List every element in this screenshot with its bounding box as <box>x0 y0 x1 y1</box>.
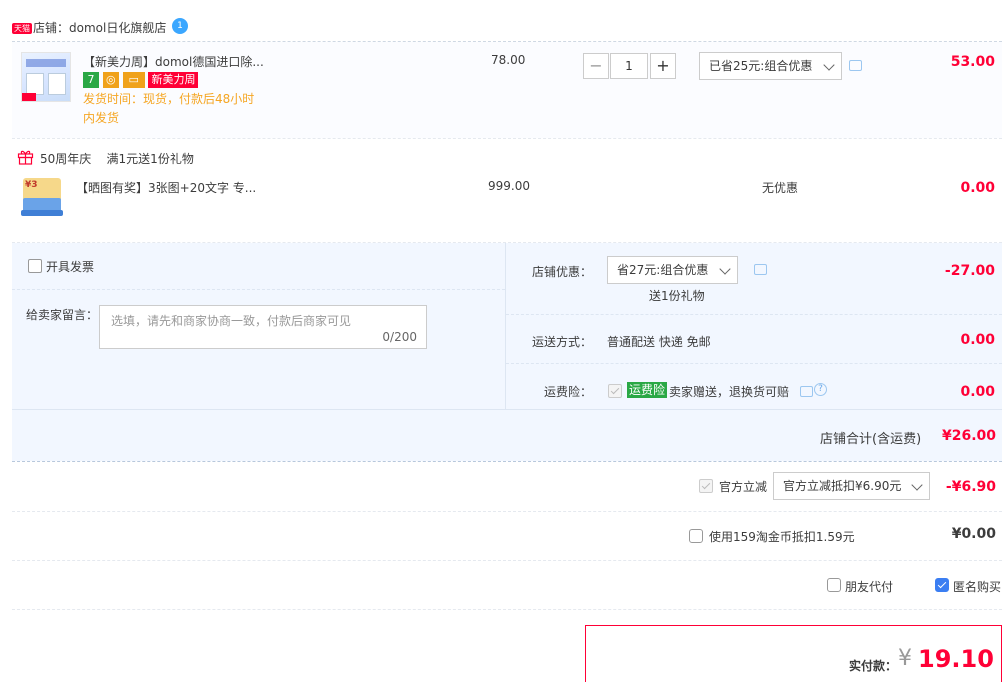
gift-note: 送1份礼物 <box>649 289 705 303</box>
divider <box>12 560 1002 561</box>
seller-message-textarea[interactable]: 选填，请先和商家协商一致，付款后商家可见 0/200 <box>99 305 427 349</box>
item-title[interactable]: 【新美力周】domol德国进口除... <box>83 53 264 70</box>
item-discount-select-text: 已省25元:组合优惠 <box>709 59 813 73</box>
item-subtotal: 53.00 <box>950 54 995 70</box>
chevron-down-icon <box>719 263 731 275</box>
credit-card-icon: ▭ <box>122 72 145 88</box>
wangwang-chat-icon[interactable]: 1 <box>172 18 188 34</box>
payment-label: 实付款： <box>849 659 898 673</box>
delivery-time-line2: 内发货 <box>83 111 120 125</box>
insurance-chat-icon[interactable] <box>800 386 813 397</box>
gift-subtotal: 0.00 <box>960 180 995 196</box>
insurance-desc: 卖家赠送，退换货可赔 <box>669 385 790 399</box>
store-discount-label: 店铺优惠： <box>532 265 593 279</box>
divider <box>506 314 1002 315</box>
coins-amount: ¥0.00 <box>951 526 996 542</box>
shipping-label: 运送方式： <box>532 335 593 349</box>
store-discount-info-icon[interactable] <box>754 264 767 275</box>
official-discount-select-text: 官方立减抵扣¥6.90元 <box>783 479 902 493</box>
guarantee-icon: ◎ <box>102 72 119 88</box>
shipping-amount: 0.00 <box>960 332 995 348</box>
message-placeholder: 选填，请先和商家协商一致，付款后商家可见 <box>111 314 352 328</box>
coins-checkbox[interactable] <box>689 529 703 543</box>
unit-price: 78.00 <box>491 53 526 67</box>
gift-discount: 无优惠 <box>762 181 799 195</box>
insurance-tag: 运费险 <box>627 382 668 398</box>
anonymous-label: 匿名购买 <box>953 580 1002 594</box>
seven-day-return-icon: 7 <box>83 72 99 88</box>
insurance-checkbox <box>608 384 622 398</box>
store-discount-select-text: 省27元:组合优惠 <box>617 263 709 277</box>
divider <box>506 363 1002 364</box>
increase-qty-button[interactable]: + <box>650 53 676 79</box>
invoice-label: 开具发票 <box>46 260 95 274</box>
store-prefix: 店铺： <box>33 21 70 35</box>
store-discount-amount: -27.00 <box>944 263 995 279</box>
friend-pay-label: 朋友代付 <box>845 580 894 594</box>
gift-thumbnail[interactable]: ¥3 <box>21 176 63 218</box>
currency-symbol: ¥ <box>898 646 912 671</box>
friend-pay-checkbox[interactable] <box>827 578 841 592</box>
chevron-down-icon <box>911 479 923 491</box>
quantity-input[interactable]: 1 <box>610 53 648 79</box>
store-name-line: 店铺：domol日化旗舰店 <box>33 19 166 36</box>
insurance-label: 运费险： <box>544 385 593 399</box>
shipping-value: 普通配送 快递 免邮 <box>607 335 711 349</box>
product-thumbnail[interactable] <box>21 52 71 102</box>
help-icon[interactable]: ? <box>814 383 827 396</box>
gift-title[interactable]: 【晒图有奖】3张图+20文字 专... <box>76 179 256 196</box>
gift-price: 999.00 <box>488 179 530 193</box>
official-discount-label: 官方立减 <box>719 480 768 494</box>
divider <box>12 138 1002 139</box>
promo-tag: 新美力周 <box>148 72 199 88</box>
gift-event: 50周年庆 <box>40 152 92 166</box>
divider <box>12 511 1002 512</box>
chevron-down-icon <box>823 59 835 71</box>
message-char-count: 0/200 <box>382 330 417 344</box>
message-label: 给卖家留言： <box>26 308 99 322</box>
gift-icon <box>17 149 34 165</box>
decrease-qty-button[interactable]: − <box>583 53 609 79</box>
gift-event-line: 50周年庆 满1元送1份礼物 <box>40 150 194 167</box>
anonymous-checkbox[interactable] <box>935 578 949 592</box>
insurance-amount: 0.00 <box>960 384 995 400</box>
divider <box>12 289 505 290</box>
tmall-badge: 天猫 <box>12 20 32 34</box>
item-discount-select[interactable]: 已省25元:组合优惠 <box>699 52 842 80</box>
official-discount-checkbox <box>699 479 713 493</box>
divider <box>12 461 1002 462</box>
store-name[interactable]: domol日化旗舰店 <box>69 21 166 35</box>
divider <box>12 409 1002 410</box>
divider <box>12 609 1002 610</box>
panel-divider <box>505 243 506 409</box>
delivery-time: 发货时间：现货，付款后48小时 <box>83 92 255 106</box>
store-discount-select[interactable]: 省27元:组合优惠 <box>607 256 738 284</box>
coins-label: 使用159淘金币抵扣1.59元 <box>709 530 855 544</box>
payment-amount: 19.10 <box>918 645 994 673</box>
official-discount-amount: -¥6.90 <box>945 479 996 495</box>
invoice-checkbox[interactable] <box>28 259 42 273</box>
store-total-amount: ¥26.00 <box>941 428 996 444</box>
item-tags: 7 ◎ ▭ 新美力周 <box>83 72 199 88</box>
gift-rule: 满1元送1份礼物 <box>106 152 194 166</box>
official-discount-select[interactable]: 官方立减抵扣¥6.90元 <box>773 472 930 500</box>
discount-info-icon[interactable] <box>849 60 862 71</box>
tmall-badge-text: 天猫 <box>12 23 32 34</box>
store-total-label: 店铺合计(含运费) <box>820 432 922 447</box>
